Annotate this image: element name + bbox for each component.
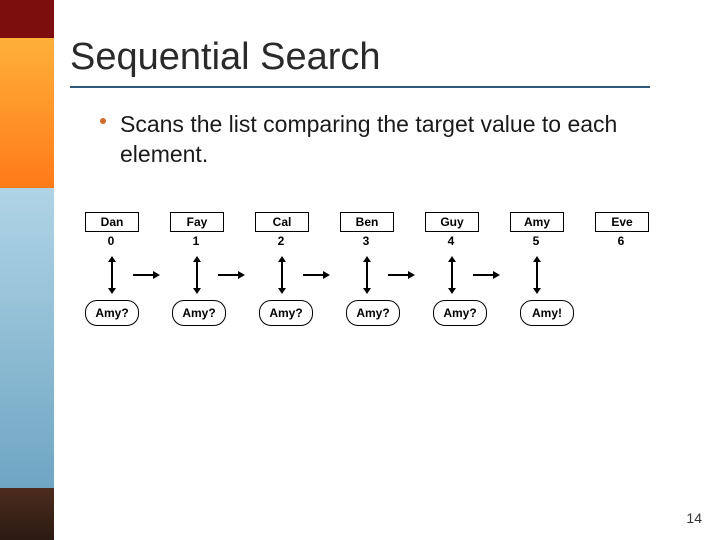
compare-arrow-icon bbox=[451, 260, 453, 290]
query-bubble: Amy? bbox=[172, 300, 226, 326]
query-bubble: Amy? bbox=[85, 300, 139, 326]
cell-name: Fay bbox=[170, 212, 224, 232]
cell-index: 0 bbox=[85, 234, 137, 248]
cell-name: Guy bbox=[425, 212, 479, 232]
advance-arrow-icon bbox=[303, 274, 325, 276]
compare-arrow-icon bbox=[536, 260, 538, 290]
search-diagram: Dan 0 Fay 1 Cal 2 Ben 3 Guy 4 Amy 5 Eve 6 Amy? Amy? Amy… bbox=[85, 212, 680, 326]
cell-name: Cal bbox=[255, 212, 309, 232]
list-cell: Guy 4 bbox=[425, 212, 477, 248]
decorative-left-strip bbox=[0, 0, 54, 540]
list-cell: Dan 0 bbox=[85, 212, 137, 248]
bullet-text: Scans the list comparing the target valu… bbox=[120, 110, 660, 170]
advance-arrow-icon bbox=[388, 274, 410, 276]
bullet-dot-icon bbox=[100, 118, 106, 124]
compare-arrow-icon bbox=[196, 260, 198, 290]
advance-arrow-icon bbox=[133, 274, 155, 276]
strip-segment-orange bbox=[0, 38, 54, 188]
cell-name: Amy bbox=[510, 212, 564, 232]
cell-index: 1 bbox=[170, 234, 222, 248]
cell-name: Ben bbox=[340, 212, 394, 232]
page-number: 14 bbox=[686, 510, 702, 526]
list-cell: Eve 6 bbox=[595, 212, 647, 248]
cell-name: Eve bbox=[595, 212, 649, 232]
query-bubble: Amy! bbox=[520, 300, 574, 326]
query-bubble: Amy? bbox=[259, 300, 313, 326]
advance-arrow-icon bbox=[473, 274, 495, 276]
cell-index: 6 bbox=[595, 234, 647, 248]
compare-arrow-icon bbox=[281, 260, 283, 290]
list-cell: Amy 5 bbox=[510, 212, 562, 248]
cell-index: 4 bbox=[425, 234, 477, 248]
compare-arrow-icon bbox=[111, 260, 113, 290]
cell-index: 3 bbox=[340, 234, 392, 248]
advance-arrow-icon bbox=[218, 274, 240, 276]
cell-name: Dan bbox=[85, 212, 139, 232]
cell-index: 5 bbox=[510, 234, 562, 248]
strip-segment-red bbox=[0, 0, 54, 38]
list-cell: Fay 1 bbox=[170, 212, 222, 248]
query-bubble: Amy? bbox=[433, 300, 487, 326]
list-cell: Ben 3 bbox=[340, 212, 392, 248]
strip-segment-blue bbox=[0, 188, 54, 488]
compare-arrow-icon bbox=[366, 260, 368, 290]
title-underline bbox=[70, 86, 650, 88]
cell-index: 2 bbox=[255, 234, 307, 248]
strip-segment-brown bbox=[0, 488, 54, 540]
list-cell: Cal 2 bbox=[255, 212, 307, 248]
query-bubble: Amy? bbox=[346, 300, 400, 326]
slide-title: Sequential Search bbox=[70, 36, 381, 79]
